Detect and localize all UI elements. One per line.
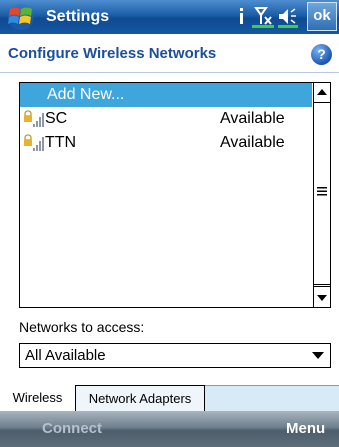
tab-wireless[interactable]: Wireless [0, 385, 76, 411]
page-title: Configure Wireless Networks [8, 45, 217, 62]
network-name: TTN [45, 134, 77, 151]
connect-softkey[interactable]: Connect [42, 420, 102, 437]
title-bar: Settings ok [0, 0, 339, 34]
grip-icon [317, 187, 327, 196]
windows-start-icon[interactable] [6, 3, 36, 31]
network-item-ttn[interactable]: TTN Available [20, 131, 312, 155]
help-icon[interactable]: ? [311, 44, 332, 65]
networks-to-access-label: Networks to access: [19, 319, 145, 335]
arrow-down-icon [317, 295, 327, 301]
scroll-down-button[interactable] [314, 286, 330, 306]
network-item-sc[interactable]: SC Available [20, 107, 312, 131]
ok-button[interactable]: ok [307, 2, 337, 31]
add-new-item[interactable]: Add New... [20, 83, 312, 107]
signal-off-icon [252, 7, 274, 28]
scroll-thumb[interactable] [314, 104, 330, 285]
network-list-body: Add New... SC Available TTN Available [20, 83, 312, 307]
tab-network-adapters[interactable]: Network Adapters [76, 385, 205, 411]
scroll-up-button[interactable] [314, 83, 330, 103]
wireless-network-list[interactable]: Add New... SC Available TTN Available [19, 82, 331, 308]
header-divider [0, 72, 339, 73]
network-name: SC [45, 110, 68, 127]
tab-strip: Wireless Network Adapters [0, 385, 339, 411]
wireless-signal-icon [24, 134, 44, 152]
network-status: Available [220, 110, 285, 127]
window-title: Settings [46, 8, 110, 25]
dropdown-value: All Available [25, 347, 106, 364]
softkey-bar: Connect Menu [0, 411, 339, 447]
menu-softkey[interactable]: Menu [286, 420, 325, 437]
status-icons[interactable] [232, 4, 302, 30]
arrow-up-icon [317, 89, 327, 95]
connectivity-icon [240, 8, 243, 24]
wireless-signal-icon [24, 110, 44, 128]
list-scrollbar[interactable] [313, 83, 330, 307]
add-new-label: Add New... [47, 86, 125, 103]
dropdown-arrow-icon[interactable] [312, 352, 324, 360]
networks-to-access-dropdown[interactable]: All Available [19, 343, 331, 368]
network-status: Available [220, 134, 285, 151]
volume-icon [278, 8, 298, 28]
